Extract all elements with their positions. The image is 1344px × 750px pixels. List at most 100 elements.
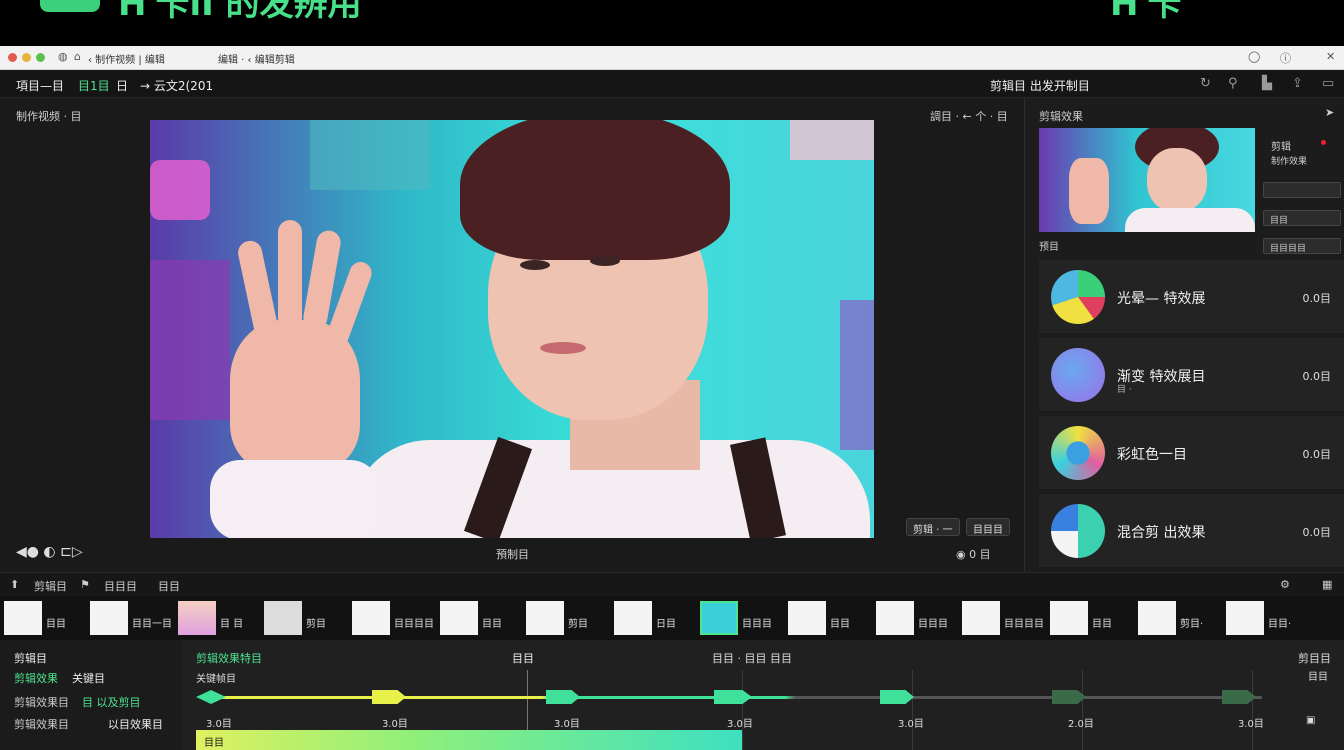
effect-item[interactable]: 彩虹色一目 0.0目 [1039, 416, 1344, 490]
collapse-icon[interactable]: ➤ [1325, 106, 1334, 119]
clip-label: 剪目 [306, 619, 326, 630]
clip[interactable]: 日目 [614, 601, 700, 635]
track-subtitle: 关键帧目 [196, 674, 236, 685]
refresh-icon[interactable]: ↻ [1200, 76, 1211, 91]
strip-label-3[interactable]: 目目 [158, 578, 180, 594]
person-mouth [540, 342, 586, 354]
bg-block [790, 120, 874, 160]
effect-sub: 目 · [1117, 385, 1132, 395]
clip[interactable]: 目目 [1050, 601, 1136, 635]
clip[interactable]: 剪目 [264, 601, 350, 635]
glow-effect-icon [1051, 270, 1105, 324]
clip-label: 目目 [46, 619, 66, 630]
person-finger [278, 220, 302, 330]
video-frame[interactable] [150, 120, 874, 538]
clip[interactable]: 剪目 [526, 601, 612, 635]
search-icon[interactable]: ◯ [1248, 50, 1260, 63]
clip[interactable]: 目 目 [178, 601, 264, 635]
keyframe[interactable] [196, 690, 226, 704]
project-name[interactable]: 項目—目 [16, 77, 64, 94]
effect-item[interactable]: 渐变 特效展目 目 · 0.0目 [1039, 338, 1344, 412]
playhead-label: 目目 [512, 652, 534, 665]
time-tick: 3.0目 [206, 719, 232, 730]
track-title: 剪辑效果特目 [196, 652, 262, 665]
clip-label: 目目目 [918, 619, 948, 630]
keyframe[interactable] [546, 690, 580, 704]
panel-title: 剪辑效果 [1039, 110, 1083, 123]
preview-apply-button[interactable]: 目目目 [966, 518, 1010, 536]
keyframe[interactable] [1052, 690, 1086, 704]
side-label: 剪辑 [1271, 142, 1291, 153]
clip-strip: 目目 目目一目 目 目 剪目 目目目目 目目 剪目 日目 目目目 目目 目目目 … [0, 596, 1344, 640]
effect-item[interactable]: 混合剪 出效果 0.0目 [1039, 494, 1344, 568]
app-header: 項目—目 目1目 日 → 云文2(201 剪辑目 出发开制目 ↻ ⚲ ▙ ⇪ ▭ [0, 70, 1344, 98]
tab-active[interactable]: 目1目 [78, 77, 110, 94]
nav-back-icon[interactable]: ⌂ [74, 50, 81, 63]
timeline-end-icon[interactable]: ▣ [1306, 715, 1315, 726]
clip-selected[interactable]: 目目目 [700, 601, 786, 635]
export-icon[interactable]: ⇪ [1292, 76, 1303, 91]
person-eye [520, 260, 550, 270]
arrow-icon[interactable]: ⬆ [10, 578, 19, 591]
clip-thumb [4, 601, 42, 635]
tab-2[interactable]: 日 [116, 77, 128, 94]
bg-block [150, 160, 210, 220]
preview-option-button[interactable]: 剪辑 · 一 [906, 518, 960, 536]
clip[interactable]: 目目目 [876, 601, 962, 635]
info-icon[interactable]: ⓘ [1280, 50, 1291, 66]
clip[interactable]: 目目· [1226, 601, 1312, 635]
keyframe[interactable] [880, 690, 914, 704]
clip-label: 目目· [1268, 619, 1292, 630]
effect-clip-bar[interactable]: 目目 [196, 730, 742, 750]
keyframe[interactable] [372, 690, 406, 704]
effect-thumbnail[interactable] [1039, 128, 1255, 232]
sidebar-row-value[interactable]: 以目效果目 [108, 716, 163, 732]
panel-button-1[interactable] [1263, 182, 1341, 198]
effect-item[interactable]: 光晕— 特效展 0.0目 [1039, 260, 1344, 334]
clip-thumb [264, 601, 302, 635]
bg-block [310, 120, 430, 190]
sidebar-row-label[interactable]: 剪辑效果目 [14, 694, 69, 710]
sidebar-row-value[interactable]: 关键目 [72, 670, 105, 686]
sidebar-row-label[interactable]: 剪辑效果目 [14, 716, 69, 732]
clip[interactable]: 剪目· [1138, 601, 1224, 635]
panel-button-3[interactable]: 目目目目 [1263, 238, 1341, 254]
maximize-window-icon[interactable] [36, 53, 45, 62]
sidebar-row-label[interactable]: 剪辑效果 [14, 670, 58, 686]
clip-thumb [876, 601, 914, 635]
clip[interactable]: 目目 [440, 601, 526, 635]
thumb-caption: 预目 [1039, 242, 1059, 253]
clip[interactable]: 目目 [788, 601, 874, 635]
keyframe[interactable] [1222, 690, 1256, 704]
lock-icon[interactable]: ⚲ [1228, 76, 1238, 91]
keyframe[interactable] [714, 690, 752, 704]
clip[interactable]: 目目一目 [90, 601, 176, 635]
panel-button-2[interactable]: 目目 [1263, 210, 1341, 226]
strip-label-2[interactable]: 目目目 [104, 578, 137, 594]
clip[interactable]: 目目 [4, 601, 90, 635]
clip-label: 目目一目 [132, 619, 172, 630]
grid-line [1252, 670, 1253, 750]
minimize-window-icon[interactable] [22, 53, 31, 62]
time-tick: 3.0目 [382, 719, 408, 730]
timeline-right-label: 剪目目 [1298, 652, 1331, 665]
browser-tab-1[interactable]: ‹ 制作视频 | 编辑 [88, 51, 165, 66]
preview-tools[interactable]: 調目 · ← 个 · 目 [930, 108, 1008, 124]
time-tick: 3.0目 [898, 719, 924, 730]
play-controls-icon[interactable]: ◀● ◐ ⊏▷ [16, 544, 83, 560]
strip-label-1[interactable]: 剪辑目 [34, 578, 67, 594]
folder-icon[interactable]: ▭ [1322, 76, 1334, 91]
settings-icon[interactable]: ⚙ [1280, 578, 1290, 591]
thumb-hand [1069, 158, 1109, 224]
grid-icon[interactable]: ▦ [1322, 578, 1332, 591]
flag-icon[interactable]: ⚑ [80, 578, 90, 591]
sidebar-row-value[interactable]: 目 以及剪目 [82, 694, 141, 710]
close-window-icon[interactable] [8, 53, 17, 62]
browser-tab-2[interactable]: 编辑 · ‹ 编辑剪辑 [218, 51, 295, 66]
clip-thumb [788, 601, 826, 635]
clip-thumb [352, 601, 390, 635]
chart-icon[interactable]: ▙ [1262, 76, 1272, 91]
clip[interactable]: 目目目目 [962, 601, 1048, 635]
close-icon[interactable]: ✕ [1326, 50, 1335, 63]
clip[interactable]: 目目目目 [352, 601, 438, 635]
